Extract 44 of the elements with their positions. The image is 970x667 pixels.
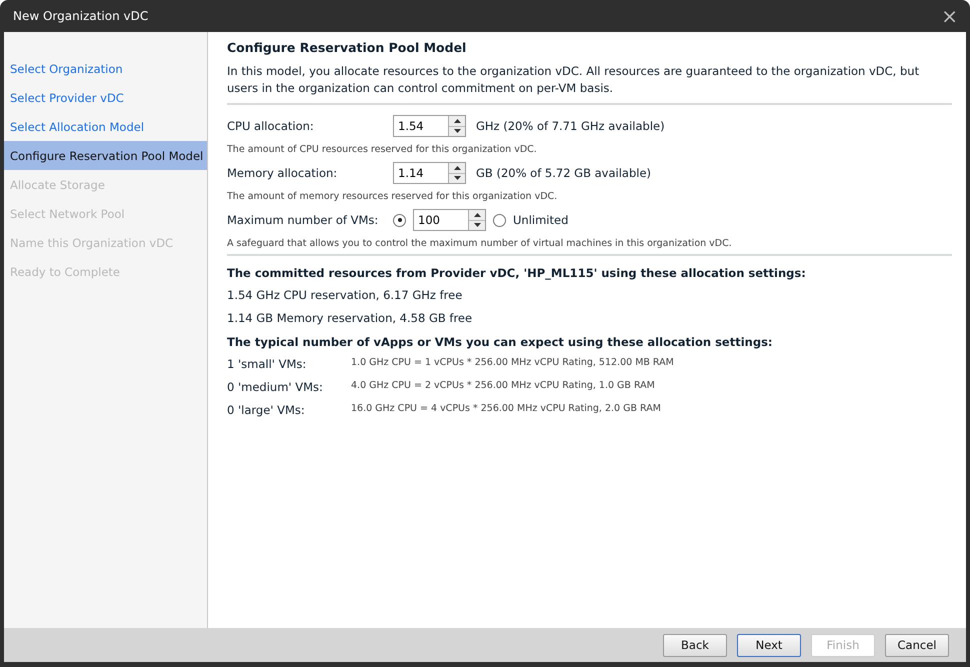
number-spinner[interactable]: 1.54 [393, 115, 466, 137]
resource-summary: 1.54 GHz CPU reservation, 6.17 GHz free [227, 288, 464, 302]
vm-size-detail: 16.0 GHz CPU = 4 vCPUs * 256.00 MHz vCPU Rating, 2.0 GB RAM [351, 403, 661, 416]
field-label: Maximum number of VMs: [227, 213, 380, 227]
number-spinner[interactable]: 1.14 [393, 162, 466, 184]
wizard-button[interactable]: Back [663, 634, 727, 656]
down-arrow-icon[interactable] [474, 223, 480, 228]
field-label: CPU allocation: [227, 119, 315, 133]
page-heading: Configure Reservation Pool Model [227, 40, 468, 55]
radio-button[interactable] [493, 214, 506, 226]
up-arrow-icon[interactable] [474, 212, 480, 217]
unit-label: GHz (20% of 7.71 GHz available) [476, 119, 665, 133]
up-arrow-icon[interactable] [454, 118, 460, 123]
window-title: New Organization vDC [13, 9, 148, 23]
down-arrow-icon[interactable] [454, 176, 460, 180]
down-arrow-icon[interactable] [454, 129, 460, 134]
wizard-step[interactable]: Configure Reservation Pool Model [4, 141, 207, 170]
vm-size-label: 0 'large' VMs: [227, 403, 306, 417]
radio-button[interactable] [393, 214, 406, 226]
wizard-step[interactable]: Select Provider vDC [4, 83, 207, 112]
wizard-button[interactable]: Cancel [885, 634, 949, 656]
help-text: The amount of CPU resources reserved for this organization vDC. [227, 144, 538, 155]
resource-summary: 1.14 GB Memory reservation, 4.58 GB free [227, 311, 474, 325]
number-field[interactable]: 1.54 [394, 119, 448, 133]
section-heading: The committed resources from Provider vDC, 'HP_ML115' using these allocation settings: [227, 266, 807, 280]
intro-text: In this model, you allocate resources to the organization vDC. All resources are guaranteed to the organization vDC, but users in the organization can control commitment on per-VM basis. [227, 63, 920, 97]
close-icon[interactable]: × [941, 6, 958, 26]
wizard-button[interactable]: Next [737, 634, 801, 656]
wizard-step[interactable]: Select Allocation Model [4, 112, 207, 141]
number-spinner[interactable]: 100 [413, 209, 486, 231]
vm-size-detail: 1.0 GHz CPU = 1 vCPUs * 256.00 MHz vCPU Rating, 512.00 MB RAM [351, 357, 674, 370]
radio-label: Unlimited [513, 213, 568, 227]
help-text: A safeguard that allows you to control the maximum number of virtual machines in this organization vDC. [227, 238, 733, 249]
up-arrow-icon[interactable] [454, 166, 460, 170]
vm-size-detail: 4.0 GHz CPU = 2 vCPUs * 256.00 MHz vCPU Rating, 1.0 GB RAM [351, 380, 655, 393]
vm-size-label: 0 'medium' VMs: [227, 380, 324, 394]
help-text: The amount of memory resources reserved for this organization vDC. [227, 191, 558, 202]
number-field[interactable]: 100 [414, 213, 468, 227]
field-label: Memory allocation: [227, 166, 338, 180]
section-heading: The typical number of vApps or VMs you can expect using these allocation settings: [227, 335, 774, 349]
vm-size-label: 1 'small' VMs: [227, 357, 308, 371]
number-field[interactable]: 1.14 [394, 166, 448, 180]
unit-label: GB (20% of 5.72 GB available) [476, 166, 652, 180]
wizard-step[interactable]: Select Organization [4, 54, 207, 83]
